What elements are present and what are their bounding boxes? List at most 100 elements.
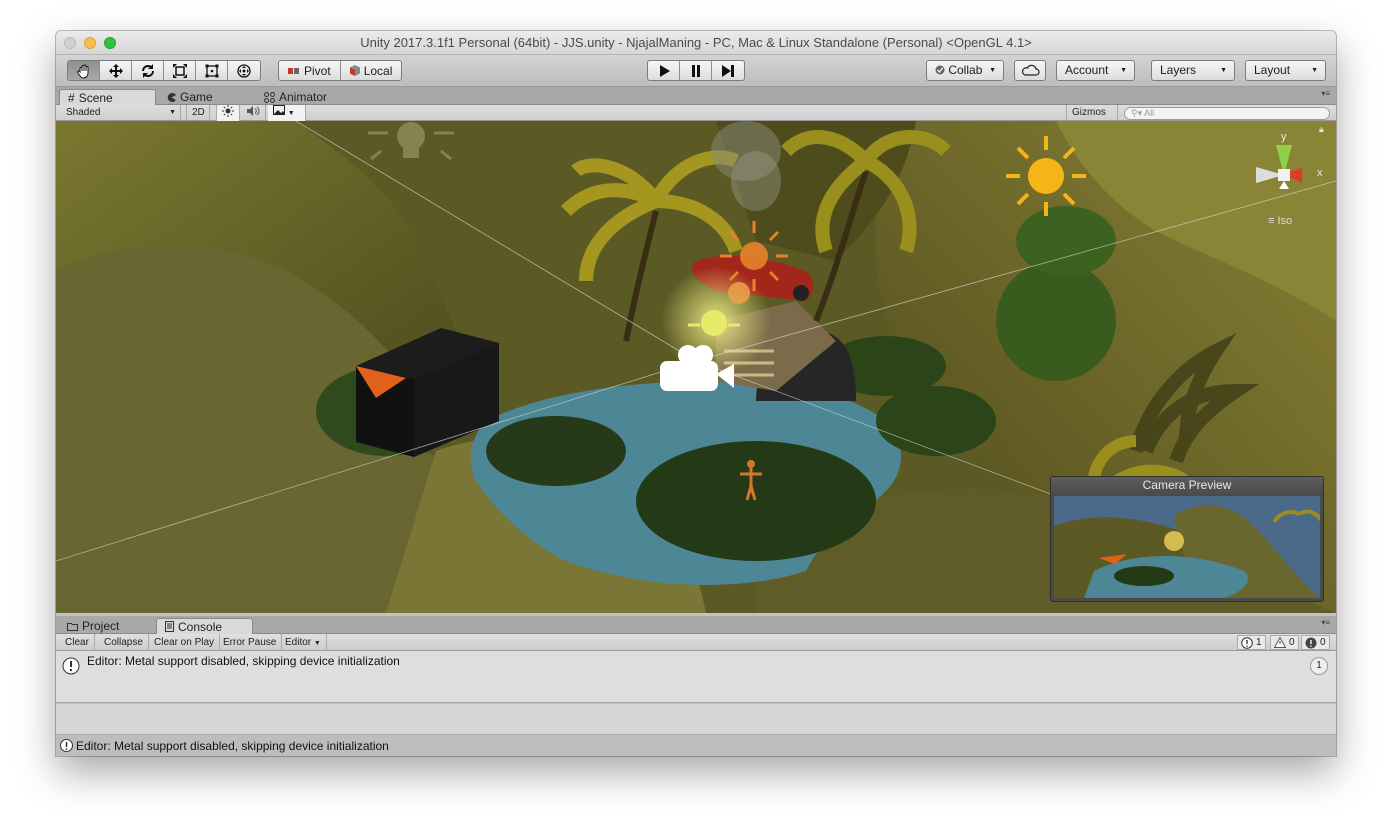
- info-icon: [62, 657, 80, 675]
- camera-preview-title: Camera Preview: [1051, 477, 1323, 494]
- editor-dropdown[interactable]: Editor ▼: [280, 634, 327, 651]
- projection-label: Iso: [1277, 215, 1293, 227]
- error-icon: [1305, 637, 1317, 648]
- hand-tool-button[interactable]: [68, 61, 100, 80]
- scale-icon: [172, 63, 187, 78]
- console-toolbar: Clear Collapse Clear on Play Error Pause…: [56, 634, 1336, 651]
- main-toolbar: Pivot Local Collab ▼ Account ▼ Layers ▼ …: [56, 55, 1336, 87]
- cloud-button[interactable]: [1014, 60, 1046, 81]
- lock-icon[interactable]: 🔒︎: [1319, 124, 1324, 135]
- clear-on-play-label: Clear on Play: [154, 637, 215, 648]
- projection-toggle[interactable]: ≡ Iso: [1268, 215, 1292, 227]
- effects-dropdown[interactable]: ▼: [268, 105, 306, 121]
- pause-icon: [691, 64, 700, 77]
- shading-mode-label: Shaded: [66, 107, 101, 118]
- warning-count-toggle[interactable]: 0: [1270, 635, 1299, 650]
- collapse-label: Collapse: [104, 637, 143, 648]
- local-toggle[interactable]: Local: [341, 61, 402, 80]
- search-placeholder: All: [1144, 108, 1155, 118]
- folder-icon: [67, 622, 78, 631]
- warning-icon: [1274, 637, 1286, 648]
- x-axis-label: x: [1317, 167, 1323, 179]
- transform-tool-button[interactable]: [228, 61, 260, 80]
- rotate-icon: [141, 63, 154, 78]
- pivot-label: Pivot: [304, 63, 331, 78]
- tab-game[interactable]: Game: [159, 89, 221, 105]
- layout-label: Layout: [1254, 63, 1291, 77]
- scene-viewport[interactable]: y x 🔒︎ ≡ Iso Camera Preview: [56, 121, 1336, 613]
- move-tool-button[interactable]: [100, 61, 132, 80]
- info-icon: [1241, 636, 1253, 649]
- layout-dropdown[interactable]: Layout ▼: [1245, 60, 1326, 81]
- rect-tool-button[interactable]: [196, 61, 228, 80]
- account-dropdown[interactable]: Account ▼: [1056, 60, 1135, 81]
- info-count-toggle[interactable]: 1: [1237, 635, 1266, 650]
- effects-caret-icon: ▼: [287, 110, 295, 117]
- shading-mode-dropdown[interactable]: Shaded ▼: [61, 105, 181, 121]
- tab-animator[interactable]: Animator: [256, 89, 335, 105]
- cube-icon: [349, 65, 360, 76]
- pivot-local-group: Pivot Local: [278, 60, 403, 81]
- view-tab-bar: # Scene Game Animator ▾≡: [56, 87, 1336, 105]
- log-entry-count: 1: [1310, 657, 1328, 675]
- step-button[interactable]: [712, 61, 744, 80]
- local-label: Local: [363, 63, 393, 78]
- grid-icon: #: [68, 90, 75, 105]
- pause-button[interactable]: [680, 61, 712, 80]
- console-tab-bar: Project Console ▾≡: [56, 616, 1336, 634]
- audio-toggle[interactable]: [242, 105, 266, 121]
- close-window-button[interactable]: [64, 37, 76, 49]
- layers-dropdown[interactable]: Layers ▼: [1151, 60, 1235, 81]
- info-icon: [60, 739, 73, 752]
- clear-label: Clear: [65, 637, 89, 648]
- layout-caret-icon: ▼: [1311, 67, 1318, 74]
- camera-preview-panel: Camera Preview: [1050, 476, 1324, 602]
- clear-button[interactable]: Clear: [60, 634, 95, 651]
- pivot-toggle[interactable]: Pivot: [279, 61, 341, 80]
- play-icon: [659, 64, 670, 77]
- speaker-icon: [247, 106, 260, 116]
- collapse-button[interactable]: Collapse: [99, 634, 149, 651]
- collab-dropdown[interactable]: Collab ▼: [926, 60, 1004, 81]
- nodes-icon: [264, 91, 275, 103]
- info-count: 1: [1256, 637, 1262, 648]
- transform-icon: [237, 63, 251, 78]
- error-pause-label: Error Pause: [223, 637, 277, 648]
- tab-scene[interactable]: # Scene: [59, 89, 156, 105]
- minimize-window-button[interactable]: [84, 37, 96, 49]
- layers-caret-icon: ▼: [1220, 67, 1227, 74]
- rotate-tool-button[interactable]: [132, 61, 164, 80]
- tab-animator-label: Animator: [279, 90, 328, 104]
- scene-search-input[interactable]: ⚲▾ All: [1124, 107, 1330, 120]
- error-count-toggle[interactable]: 0: [1301, 635, 1330, 650]
- tab-project[interactable]: Project: [59, 618, 127, 634]
- console-tab-menu-icon[interactable]: ▾≡: [1321, 618, 1330, 627]
- tab-menu-icon[interactable]: ▾≡: [1321, 89, 1330, 98]
- directional-light-icon: [1006, 136, 1086, 216]
- play-button[interactable]: [648, 61, 680, 80]
- status-bar[interactable]: Editor: Metal support disabled, skipping…: [56, 735, 1336, 756]
- transform-tools: [67, 60, 261, 81]
- tab-scene-label: Scene: [78, 90, 113, 105]
- editor-caret-icon: ▼: [313, 640, 321, 647]
- step-icon: [722, 64, 734, 77]
- account-label: Account: [1065, 63, 1109, 77]
- log-entry-message: Editor: Metal support disabled, skipping…: [87, 654, 400, 668]
- scale-tool-button[interactable]: [164, 61, 196, 80]
- 2d-label: 2D: [192, 107, 205, 118]
- playback-controls: [647, 60, 745, 81]
- gizmos-label: Gizmos: [1072, 107, 1106, 118]
- log-detail-pane: [56, 704, 1336, 735]
- lighting-toggle[interactable]: [216, 105, 240, 121]
- tab-console[interactable]: Console: [156, 618, 253, 634]
- zoom-window-button[interactable]: [104, 37, 116, 49]
- gizmos-dropdown[interactable]: Gizmos ▼: [1066, 105, 1118, 133]
- sun-icon: [222, 105, 234, 117]
- clear-on-play-button[interactable]: Clear on Play: [149, 634, 221, 651]
- 2d-toggle[interactable]: 2D: [186, 105, 210, 121]
- collab-label: Collab: [948, 63, 983, 77]
- error-pause-button[interactable]: Error Pause: [218, 634, 283, 651]
- pacman-icon: [167, 92, 176, 102]
- window-title: Unity 2017.3.1f1 Personal (64bit) - JJS.…: [360, 35, 1032, 50]
- tab-console-label: Console: [178, 619, 223, 634]
